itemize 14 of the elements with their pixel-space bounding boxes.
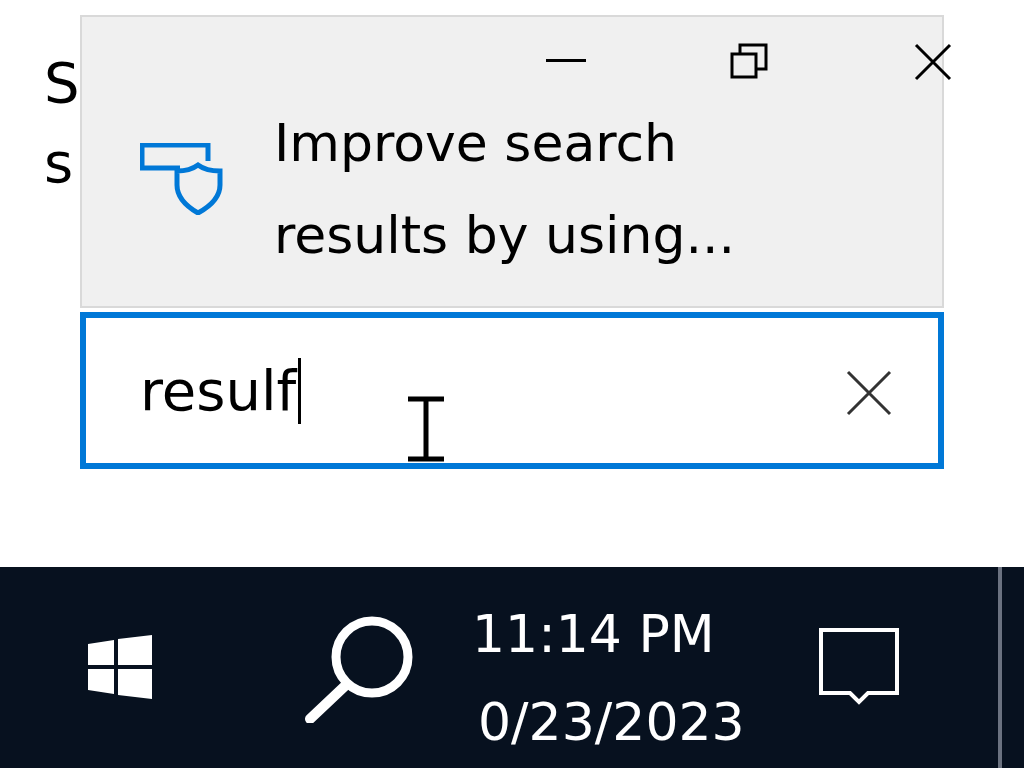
notification-message: Improve search results by using... xyxy=(274,112,737,267)
minimize-icon[interactable] xyxy=(546,57,586,63)
partial-text: S xyxy=(44,50,80,116)
shield-icon xyxy=(140,143,224,215)
clock-date[interactable]: 0/23/2023 xyxy=(478,683,745,761)
close-icon[interactable] xyxy=(914,43,952,81)
clock-time[interactable]: 11:14 PM xyxy=(472,595,715,673)
clear-icon[interactable] xyxy=(846,370,892,416)
text-cursor-icon xyxy=(406,396,446,462)
partial-text: s xyxy=(44,130,75,196)
search-field[interactable]: resulf xyxy=(80,312,944,469)
text-caret xyxy=(298,357,302,424)
windows-logo-icon[interactable] xyxy=(88,635,152,699)
restore-icon[interactable] xyxy=(730,43,768,79)
